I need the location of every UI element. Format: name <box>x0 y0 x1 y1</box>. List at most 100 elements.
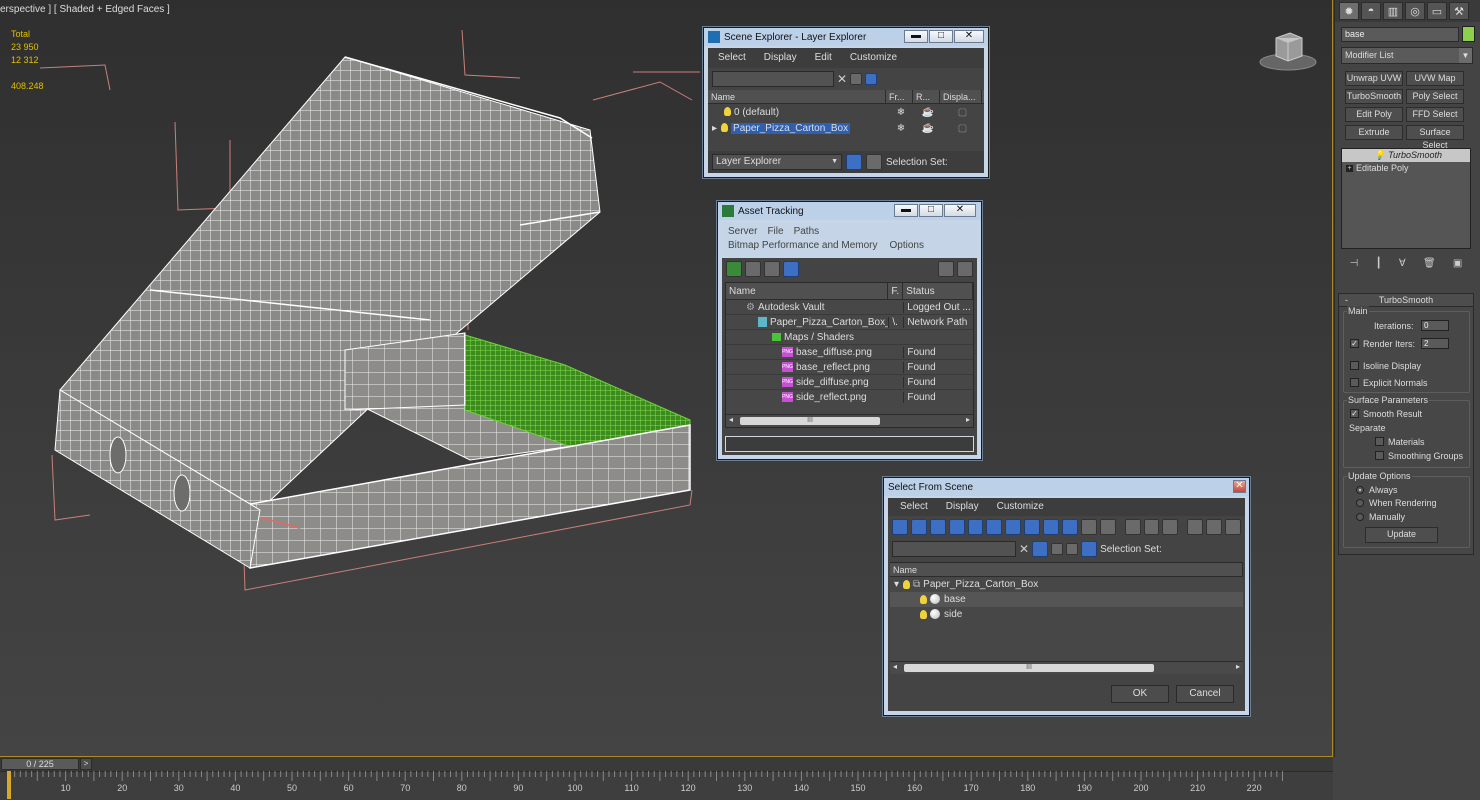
menu-select[interactable]: Select <box>718 52 746 64</box>
hierarchy-icon[interactable] <box>1081 541 1098 557</box>
bulb-icon[interactable] <box>724 107 731 117</box>
stack-item-editable-poly[interactable]: + Editable Poly <box>1342 162 1470 175</box>
viewcube-icon[interactable] <box>1258 28 1318 72</box>
time-slider-track[interactable] <box>0 757 1333 771</box>
clear-search-icon[interactable]: ✕ <box>1019 542 1029 556</box>
display-tab-icon[interactable]: ▭ <box>1427 2 1447 20</box>
manually-radio[interactable] <box>1356 513 1364 521</box>
filter-containers-icon[interactable] <box>1062 519 1078 535</box>
list-view-icon[interactable] <box>745 261 761 277</box>
close-icon[interactable]: ✕ <box>944 204 976 217</box>
filter-hidden-icon[interactable] <box>1099 519 1116 535</box>
smoothing-groups-checkbox[interactable] <box>1375 451 1384 460</box>
col-full-path[interactable]: F. <box>888 283 904 299</box>
asset-row[interactable]: PNG side_diffuse.png Found <box>726 375 973 390</box>
filter-lights-icon[interactable] <box>929 519 946 535</box>
search-filter-icon[interactable] <box>1032 541 1049 557</box>
always-radio[interactable] <box>1356 486 1364 494</box>
filter-groups-icon[interactable] <box>1005 519 1022 535</box>
menu-edit[interactable]: Edit <box>815 52 832 64</box>
make-unique-icon[interactable]: ∀ <box>1399 258 1406 269</box>
explorer-type-dropdown[interactable]: Layer Explorer ▼ <box>712 154 842 170</box>
hierarchy-tab-icon[interactable]: ▥ <box>1383 2 1403 20</box>
maximize-icon[interactable]: □ <box>919 204 943 217</box>
cancel-button[interactable]: Cancel <box>1176 685 1234 703</box>
menu-paths[interactable]: Paths <box>794 226 820 237</box>
filter-geometry-icon[interactable] <box>892 519 908 535</box>
display-box-icon[interactable]: ▢ <box>940 107 982 118</box>
menu-display[interactable]: Display <box>764 52 797 64</box>
filter-helpers-icon[interactable] <box>967 519 984 535</box>
scene-explorer-titlebar[interactable]: Scene Explorer - Layer Explorer ▬ □ ✕ <box>704 28 988 46</box>
search-input[interactable] <box>712 71 834 87</box>
update-button[interactable]: Update <box>1365 527 1438 543</box>
minimize-icon[interactable]: ▬ <box>894 204 918 217</box>
col-display[interactable]: Displa... <box>940 90 982 103</box>
layer-row-pizza-box[interactable]: ▸ Paper_Pizza_Carton_Box ❄ ☕ ▢ <box>708 120 984 136</box>
hierarchy-icon[interactable] <box>866 154 882 170</box>
turbosmooth-button[interactable]: TurboSmooth <box>1345 89 1403 104</box>
filter-bones-icon[interactable] <box>1043 519 1060 535</box>
scroll-left-icon[interactable]: ◂ <box>893 662 897 671</box>
motion-tab-icon[interactable]: ◎ <box>1405 2 1425 20</box>
col-freeze[interactable]: Fr... <box>886 90 913 103</box>
utilities-tab-icon[interactable]: ⚒ <box>1449 2 1469 20</box>
asset-path-field[interactable] <box>725 436 974 452</box>
sort-icon[interactable] <box>1206 519 1223 535</box>
col-status[interactable]: Status <box>903 283 973 299</box>
col-name[interactable]: Name <box>890 563 1243 576</box>
teapot-icon[interactable]: ☕ <box>913 123 940 134</box>
iterations-spinner[interactable]: 0 <box>1421 320 1449 331</box>
clear-search-icon[interactable]: ✕ <box>837 72 847 86</box>
menu-customize[interactable]: Customize <box>997 501 1044 513</box>
tree-row-base[interactable]: base <box>890 592 1243 607</box>
scroll-left-icon[interactable]: ◂ <box>729 415 733 424</box>
smooth-result-checkbox[interactable]: ✓ <box>1350 409 1359 418</box>
select-none-icon[interactable] <box>1143 519 1160 535</box>
tree-horizontal-scrollbar[interactable]: ◂ III ▸ <box>890 661 1243 674</box>
funnel-filter-icon[interactable] <box>1187 519 1204 535</box>
refresh-icon[interactable] <box>726 261 742 277</box>
pin-stack-icon[interactable]: ⊣ <box>1350 258 1359 269</box>
close-icon[interactable]: ✕ <box>954 30 984 43</box>
help-icon[interactable] <box>938 261 954 277</box>
menu-select[interactable]: Select <box>900 501 928 513</box>
bulb-icon[interactable] <box>721 123 729 133</box>
filter-shapes-icon[interactable] <box>910 519 927 535</box>
explicit-normals-checkbox[interactable] <box>1350 378 1359 387</box>
extrude-button[interactable]: Extrude <box>1345 125 1403 140</box>
object-name-input[interactable]: base <box>1341 27 1459 42</box>
expand-icon[interactable]: + <box>1346 165 1353 172</box>
render-iters-spinner[interactable]: 2 <box>1421 338 1449 349</box>
next-frame-button[interactable]: > <box>80 758 92 770</box>
col-render[interactable]: R... <box>913 90 940 103</box>
asset-tracking-titlebar[interactable]: Asset Tracking ▬ □ ✕ <box>718 202 981 220</box>
snowflake-icon[interactable]: ❄ <box>886 107 913 118</box>
asset-row[interactable]: ⚙ Autodesk Vault Logged Out ... <box>726 300 973 315</box>
teapot-icon[interactable]: ☕ <box>913 107 940 118</box>
layers-icon[interactable] <box>1066 543 1079 555</box>
columns-icon[interactable] <box>1225 519 1242 535</box>
show-end-result-icon[interactable]: ┃ <box>1376 258 1382 269</box>
asset-horizontal-scrollbar[interactable]: ◂ III ▸ <box>726 414 973 427</box>
modifier-stack[interactable]: 💡 TurboSmooth + Editable Poly <box>1341 148 1471 249</box>
poly-select-button[interactable]: Poly Select <box>1406 89 1464 104</box>
materials-checkbox[interactable] <box>1375 437 1384 446</box>
bulb-icon[interactable] <box>920 609 927 619</box>
menu-file[interactable]: File <box>767 226 783 237</box>
filter-xrefs-icon[interactable] <box>1024 519 1041 535</box>
edit-poly-button[interactable]: Edit Poly <box>1345 107 1403 122</box>
unwrap-uvw-button[interactable]: Unwrap UVW <box>1345 71 1403 86</box>
modify-tab-icon[interactable]: ◓ <box>1361 2 1381 20</box>
scroll-thumb[interactable]: III <box>740 417 880 425</box>
isoline-display-checkbox[interactable] <box>1350 361 1359 370</box>
current-frame-marker[interactable] <box>7 771 11 799</box>
layers-toggle-icon[interactable] <box>846 154 862 170</box>
ok-button[interactable]: OK <box>1111 685 1169 703</box>
expand-arrow-icon[interactable]: ▾ <box>894 579 899 590</box>
menu-bitmap-performance[interactable]: Bitmap Performance and Memory <box>728 240 878 251</box>
viewport-label[interactable]: erspective ] [ Shaded + Edged Faces ] <box>0 4 170 15</box>
asset-row[interactable]: PNG base_reflect.png Found <box>726 360 973 375</box>
filter-frozen-icon[interactable] <box>1080 519 1097 535</box>
col-name[interactable]: Name <box>708 90 886 103</box>
